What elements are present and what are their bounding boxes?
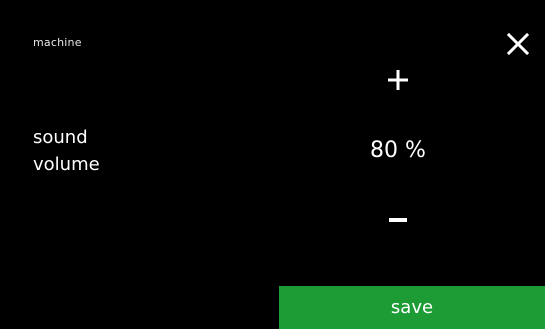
volume-value: 80 % [370, 138, 426, 163]
save-button[interactable]: save [279, 286, 545, 329]
close-button[interactable] [500, 28, 534, 62]
minus-icon [389, 218, 407, 222]
breadcrumb: machine [33, 36, 82, 49]
setting-label: sound volume [33, 124, 173, 178]
setting-label-line2: volume [33, 154, 100, 175]
increase-button[interactable] [378, 62, 418, 98]
setting-label-line1: sound [33, 127, 88, 148]
plus-icon [388, 70, 408, 90]
settings-screen: machine sound volume 80 % save [0, 0, 545, 329]
decrease-button[interactable] [378, 202, 418, 238]
close-icon [506, 32, 530, 56]
